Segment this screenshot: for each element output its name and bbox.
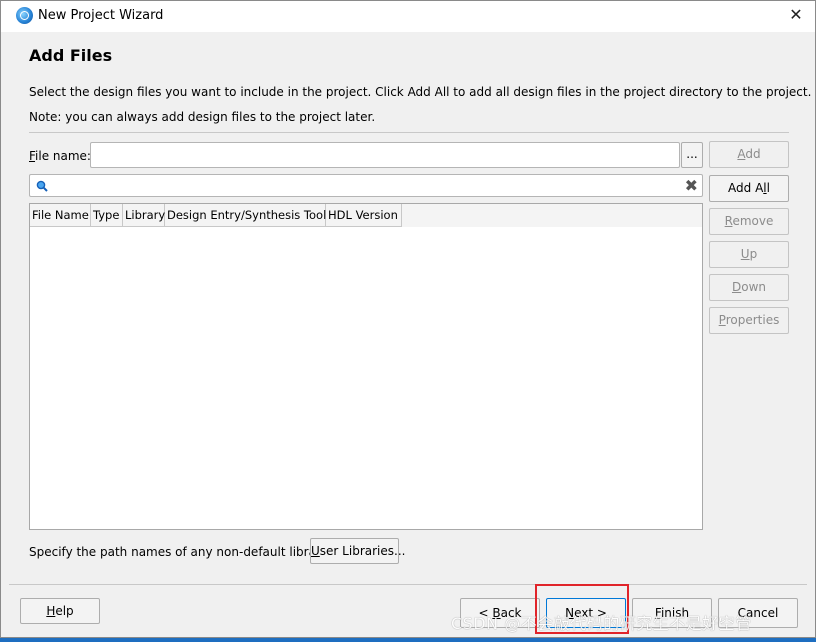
add-button-label: dd — [745, 147, 761, 161]
window-title: New Project Wizard — [38, 8, 164, 23]
add-all-button-label: Add A — [728, 181, 764, 195]
help-button[interactable]: Help — [20, 598, 100, 624]
close-icon[interactable]: ✕ — [786, 4, 806, 26]
user-libraries-button-label: ser Libraries... — [319, 544, 406, 558]
page-description: Select the design files you want to incl… — [29, 85, 812, 99]
search-icon — [36, 180, 48, 192]
files-table[interactable]: File Name Type Library Design Entry/Synt… — [29, 203, 703, 530]
file-name-input[interactable] — [90, 142, 680, 168]
file-name-label-text: ile name: — [35, 149, 91, 163]
page-header: Add Files Select the design files you wa… — [9, 32, 811, 132]
title-bar: New Project Wizard ✕ — [1, 1, 815, 32]
properties-button-label: roperties — [725, 313, 780, 327]
add-all-button-label-end: l — [766, 181, 770, 195]
footer-divider — [9, 584, 807, 585]
remove-button-label: emove — [732, 214, 774, 228]
down-button[interactable]: Down — [709, 274, 789, 301]
quartus-app-icon — [16, 7, 33, 24]
properties-button[interactable]: Properties — [709, 307, 789, 334]
add-button[interactable]: Add — [709, 141, 789, 168]
table-header: File Name Type Library Design Entry/Synt… — [30, 204, 702, 227]
search-field[interactable]: ✖ — [29, 174, 703, 197]
column-header-library[interactable]: Library — [123, 204, 165, 227]
down-button-label: own — [741, 280, 766, 294]
clear-search-icon[interactable]: ✖ — [685, 176, 698, 196]
column-header-hdl-version[interactable]: HDL Version — [326, 204, 402, 227]
help-button-label: elp — [55, 604, 74, 618]
page-title: Add Files — [29, 46, 113, 65]
browse-button[interactable]: ... — [681, 142, 703, 168]
column-header-file-name[interactable]: File Name — [30, 204, 91, 227]
wizard-window: New Project Wizard ✕ Add Files Select th… — [0, 0, 816, 638]
up-button[interactable]: Up — [709, 241, 789, 268]
column-header-design-entry-tool[interactable]: Design Entry/Synthesis Tool — [165, 204, 326, 227]
remove-button[interactable]: Remove — [709, 208, 789, 235]
column-header-type[interactable]: Type — [91, 204, 123, 227]
up-button-label: p — [749, 247, 758, 261]
libraries-hint: Specify the path names of any non-defaul… — [29, 545, 342, 559]
add-all-button[interactable]: Add All — [709, 175, 789, 202]
page-note: Note: you can always add design files to… — [29, 110, 376, 124]
file-name-label: File name: — [29, 149, 91, 163]
user-libraries-button[interactable]: User Libraries... — [310, 538, 405, 564]
watermark: CSDN @不会敲代码的研究生不是好空管 — [451, 614, 752, 633]
header-divider — [29, 132, 789, 133]
